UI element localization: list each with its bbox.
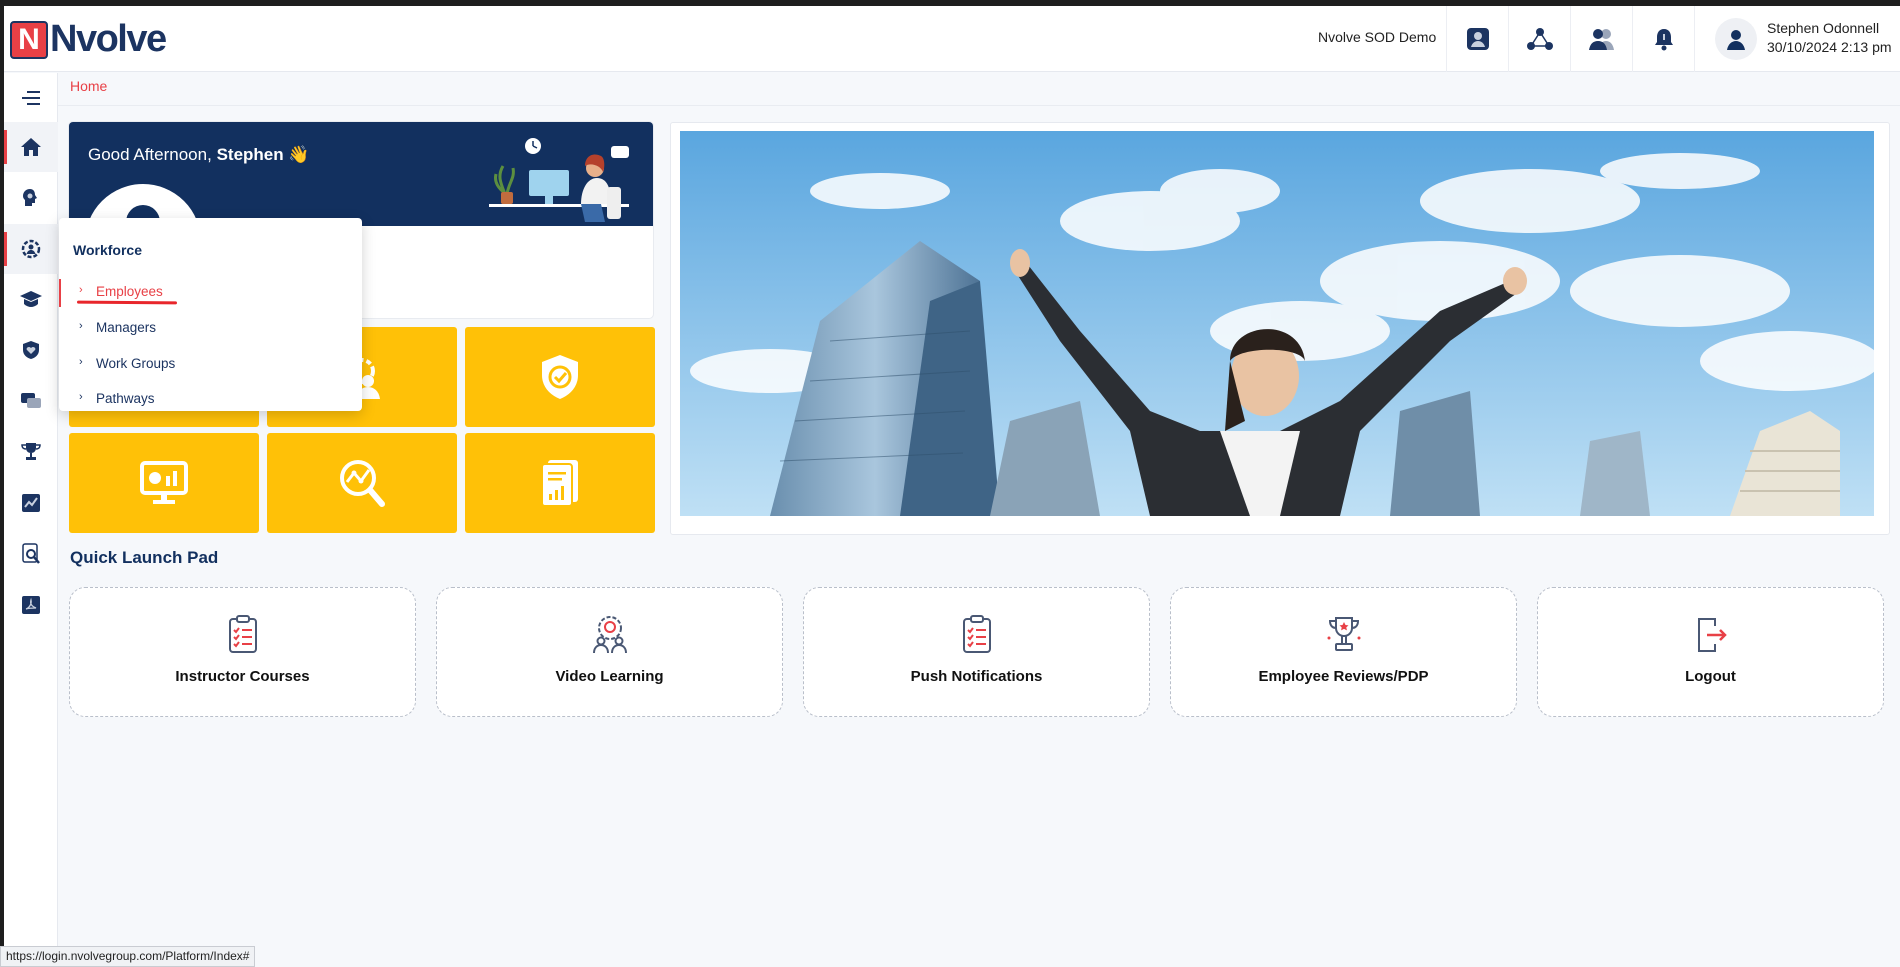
sidebar-item-workforce[interactable] (4, 224, 58, 274)
greeting-message: Good Afternoon, Stephen 👋 (88, 145, 310, 165)
office-worker-illustration (489, 138, 629, 222)
logo-mark: N (10, 20, 48, 59)
network-icon (1526, 28, 1553, 50)
profile-card-button[interactable] (1446, 6, 1508, 72)
breadcrumb-divider (58, 105, 1900, 106)
sidebar-item-awards[interactable] (4, 427, 58, 477)
quick-launch-logout[interactable]: Logout (1537, 587, 1884, 717)
chevron-right-icon: › (79, 284, 83, 296)
hero-banner (670, 122, 1890, 535)
head-gear-icon (23, 189, 37, 206)
tile-compliance[interactable] (465, 327, 655, 427)
chevron-right-icon: › (79, 356, 83, 368)
chart-line-icon (22, 494, 40, 512)
video-learning-icon (592, 616, 627, 654)
analytics-search-icon (340, 460, 385, 507)
notifications-button[interactable] (1632, 6, 1694, 72)
sidebar-item-analytics[interactable] (4, 478, 58, 528)
tile-presentation[interactable] (69, 433, 259, 533)
current-datetime: 30/10/2024 2:13 pm (1767, 39, 1892, 55)
app-window: N Nvolve Nvolve SOD Demo Stephen Odonnel… (4, 6, 1900, 967)
waving-hand-icon: 👋 (288, 145, 310, 164)
chevron-right-icon: › (79, 391, 83, 403)
red-underline-annotation (76, 300, 178, 305)
quick-launch-employee-reviews[interactable]: Employee Reviews/PDP (1170, 587, 1517, 717)
quick-launch-label: Logout (1685, 668, 1736, 685)
menu-item-label: Pathways (96, 391, 155, 406)
greeting-user-name: Stephen (216, 145, 284, 164)
workforce-flyout-menu: Workforce › Employees › Managers › Work … (59, 218, 362, 411)
clipboard-checklist-icon (228, 615, 257, 653)
logo-text: Nvolve (50, 18, 167, 60)
graduation-cap-icon (20, 291, 42, 307)
search-document-icon (22, 543, 40, 564)
workforce-gear-icon (21, 239, 41, 259)
logout-icon (1697, 618, 1727, 652)
chevron-right-icon: › (79, 320, 83, 332)
sidebar-item-documents[interactable] (4, 580, 58, 630)
greeting-prefix: Good Afternoon, (88, 145, 212, 164)
sidebar-item-home[interactable] (4, 122, 58, 172)
top-bar: N Nvolve Nvolve SOD Demo Stephen Odonnel… (4, 6, 1900, 72)
home-icon (21, 138, 41, 156)
report-document-icon (541, 460, 578, 507)
sidebar-item-search[interactable] (4, 529, 58, 579)
quick-launch-label: Employee Reviews/PDP (1258, 668, 1429, 685)
menu-item-pathways[interactable]: › Pathways (59, 386, 362, 414)
menu-item-label: Work Groups (96, 356, 176, 371)
chat-icon (21, 393, 41, 408)
quick-launch-title: Quick Launch Pad (70, 548, 219, 567)
sidebar-item-courses[interactable] (4, 274, 58, 324)
sidebar-item-compliance[interactable] (4, 325, 58, 375)
quick-launch-label: Video Learning (555, 668, 664, 685)
clipboard-checklist-icon (962, 615, 991, 653)
user-avatar (1715, 18, 1757, 60)
quick-launch-push-notifications[interactable]: Push Notifications (803, 587, 1150, 717)
user-icon (1727, 30, 1745, 50)
hero-image-celebration (680, 131, 1874, 516)
sidebar-toggle[interactable] (4, 73, 58, 123)
quick-launch-label: Instructor Courses (175, 668, 310, 685)
quick-launch-label: Push Notifications (910, 668, 1043, 685)
user-menu[interactable]: Stephen Odonnell 30/10/2024 2:13 pm (1694, 6, 1900, 72)
id-card-icon (1466, 28, 1489, 50)
quick-launch-instructor-courses[interactable]: Instructor Courses (69, 587, 416, 717)
team-button[interactable] (1570, 6, 1632, 72)
menu-icon (22, 91, 40, 105)
link-status-bar: https://login.nvolvegroup.com/Platform/I… (0, 946, 256, 967)
trophy-icon (1327, 617, 1360, 651)
trophy-icon (21, 443, 41, 460)
quick-launch-video-learning[interactable]: Video Learning (436, 587, 783, 717)
menu-item-managers[interactable]: › Managers (59, 315, 362, 343)
monitor-chart-icon (140, 461, 188, 504)
flyout-title: Workforce (73, 242, 142, 258)
menu-item-label: Managers (96, 320, 157, 335)
breadcrumb-home[interactable]: Home (70, 78, 107, 94)
tile-analytics-search[interactable] (267, 433, 457, 533)
tile-reports[interactable] (465, 433, 655, 533)
shield-heart-icon (23, 341, 39, 359)
menu-item-work-groups[interactable]: › Work Groups (59, 351, 362, 379)
menu-item-label: Employees (96, 284, 163, 299)
network-button[interactable] (1508, 6, 1570, 72)
organization-name: Nvolve SOD Demo (1318, 29, 1437, 45)
menu-item-employees[interactable]: › Employees (59, 279, 362, 307)
sidebar-item-messages[interactable] (4, 376, 58, 426)
pdf-document-icon (22, 596, 40, 614)
bell-icon (1654, 29, 1673, 51)
user-name: Stephen Odonnell (1767, 20, 1880, 36)
shield-check-icon (542, 355, 578, 399)
sidebar (4, 73, 58, 967)
sidebar-item-learning[interactable] (4, 173, 58, 223)
users-icon (1588, 29, 1614, 50)
nvolve-logo[interactable]: N Nvolve (10, 18, 167, 61)
